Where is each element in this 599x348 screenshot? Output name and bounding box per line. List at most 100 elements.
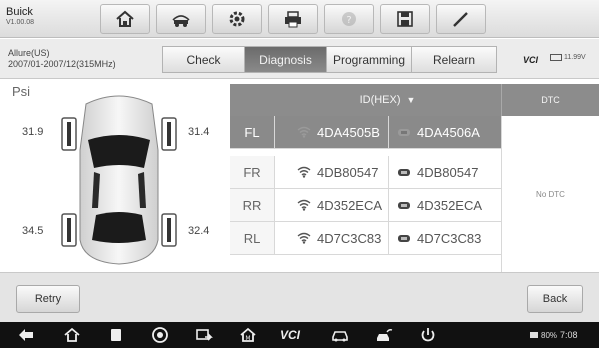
retry-button[interactable]: Retry — [16, 285, 80, 313]
table-row[interactable]: RR 4D352ECA 4D352ECA — [230, 189, 501, 222]
tab-check[interactable]: Check — [162, 46, 245, 73]
back-arrow-icon — [19, 329, 33, 341]
home-button[interactable] — [100, 4, 150, 34]
recent-apps-button[interactable] — [106, 326, 126, 344]
tab-programming[interactable]: Programming — [326, 46, 412, 73]
ecu-module-icon — [398, 129, 410, 136]
position-header — [230, 84, 274, 116]
home-icon — [116, 10, 134, 27]
car-icon — [332, 331, 348, 342]
home-outline-icon — [64, 327, 80, 342]
print-icon — [285, 11, 301, 28]
wireless-signal-icon — [297, 126, 311, 138]
status-area: 80% 7:08 — [530, 330, 578, 340]
save-button[interactable] — [380, 4, 430, 34]
wireless-signal-icon — [297, 232, 311, 244]
sort-down-icon: ▼ — [406, 95, 416, 105]
back-nav-button[interactable] — [16, 326, 36, 344]
power-button[interactable] — [418, 326, 438, 344]
pen-icon — [453, 12, 468, 27]
tab-diagnosis[interactable]: Diagnosis — [244, 46, 327, 73]
car-network-button[interactable] — [374, 326, 394, 344]
row-position: FR — [230, 156, 274, 188]
ecu-id-cell: 4DB80547 — [388, 156, 501, 188]
top-toolbar: Buick V1.00.08 ? — [0, 0, 599, 38]
brand-block: Buick V1.00.08 — [6, 6, 34, 27]
clock: 7:08 — [560, 330, 578, 340]
app-version: V1.00.08 — [6, 19, 35, 26]
vehicle-swap-icon — [172, 15, 190, 27]
battery-icon — [550, 54, 562, 61]
chrome-icon — [152, 327, 168, 343]
table-row[interactable]: FR 4DB80547 4DB80547 — [230, 156, 501, 189]
car-top-view-icon — [61, 95, 177, 265]
battery-status: 11.99V — [550, 54, 586, 61]
home-maxisys-button[interactable]: M — [238, 326, 258, 344]
row-position: RL — [230, 222, 274, 254]
id-hex-label: ID(HEX) — [359, 94, 401, 106]
vehicle-model: Allure(US) — [8, 48, 50, 58]
vci-nav-label[interactable]: VCI — [280, 328, 300, 342]
battery-voltage: 11.99V — [564, 54, 586, 61]
pressure-rear-right: 32.4 — [188, 225, 210, 237]
recent-apps-icon — [111, 329, 121, 341]
screen-share-icon — [196, 329, 213, 341]
ecu-id-cell: 4D7C3C83 — [388, 222, 501, 254]
vehicle-year-frequency: 2007/01-2007/12(315MHz) — [8, 59, 116, 69]
home-icon: M — [240, 327, 256, 342]
function-bar: Allure(US) 2007/01-2007/12(315MHz) Check… — [0, 39, 599, 79]
save-icon — [397, 11, 413, 27]
power-icon — [421, 328, 435, 342]
settings-icon — [229, 11, 245, 27]
vehicle-swap-button[interactable] — [156, 4, 206, 34]
pressure-front-left: 31.9 — [22, 126, 44, 138]
help-icon: ? — [342, 12, 356, 26]
ecu-module-icon — [398, 169, 410, 176]
wireless-signal-icon — [297, 199, 311, 211]
vci-status: VCI — [523, 55, 539, 65]
screen-share-button[interactable] — [194, 326, 214, 344]
function-tabs: Check Diagnosis Programming Relearn — [162, 46, 497, 73]
dtc-cell: No DTC — [501, 116, 599, 272]
ecu-id: 4D7C3C83 — [417, 230, 482, 246]
sensor-id: 4D7C3C83 — [317, 230, 382, 246]
print-button[interactable] — [268, 4, 318, 34]
table-row[interactable]: RL 4D7C3C83 4D7C3C83 — [230, 222, 501, 255]
sensor-id-cell: 4DB80547 — [274, 156, 388, 188]
sensor-id: 4DB80547 — [317, 164, 379, 180]
settings-button[interactable] — [212, 4, 262, 34]
wireless-signal-icon — [297, 166, 311, 178]
tab-relearn[interactable]: Relearn — [411, 46, 497, 73]
car-nav-button[interactable] — [330, 326, 350, 344]
row-position: FL — [230, 116, 274, 148]
pen-button[interactable] — [436, 4, 486, 34]
ecu-id: 4D352ECA — [417, 197, 483, 213]
ecu-module-icon — [398, 202, 410, 209]
action-bar: Retry Back — [0, 272, 599, 322]
car-network-icon — [377, 329, 393, 341]
ecu-module-icon — [398, 235, 410, 242]
ecu-id-cell: 4D352ECA — [388, 189, 501, 221]
vehicle-info: Allure(US) 2007/01-2007/12(315MHz) — [8, 48, 116, 70]
brand-name: Buick — [6, 6, 33, 18]
pressure-unit: Psi — [12, 84, 31, 99]
pressure-rear-left: 34.5 — [22, 225, 44, 237]
help-button[interactable]: ? — [324, 4, 374, 34]
system-nav-bar: M VCI 80% 7:08 — [0, 322, 599, 348]
table-header: ID(HEX) ▼ DTC — [230, 84, 599, 116]
ecu-id: 4DA4506A — [417, 124, 480, 140]
row-position: RR — [230, 189, 274, 221]
sensor-id: 4DA4505B — [317, 124, 380, 140]
table-row[interactable]: FL 4DA4505B 4DA4506A — [230, 116, 501, 149]
pressure-front-right: 31.4 — [188, 126, 210, 138]
sensor-id: 4D352ECA — [317, 197, 383, 213]
id-hex-header[interactable]: ID(HEX) ▼ — [274, 84, 501, 116]
browser-button[interactable] — [150, 326, 170, 344]
svg-text:?: ? — [346, 15, 351, 26]
sensor-id-cell: 4DA4505B — [274, 116, 388, 148]
battery-percent: 80% — [541, 330, 558, 340]
home-nav-button[interactable] — [62, 326, 82, 344]
ecu-id: 4DB80547 — [417, 164, 479, 180]
dtc-header: DTC — [501, 84, 599, 116]
back-button[interactable]: Back — [527, 285, 583, 313]
